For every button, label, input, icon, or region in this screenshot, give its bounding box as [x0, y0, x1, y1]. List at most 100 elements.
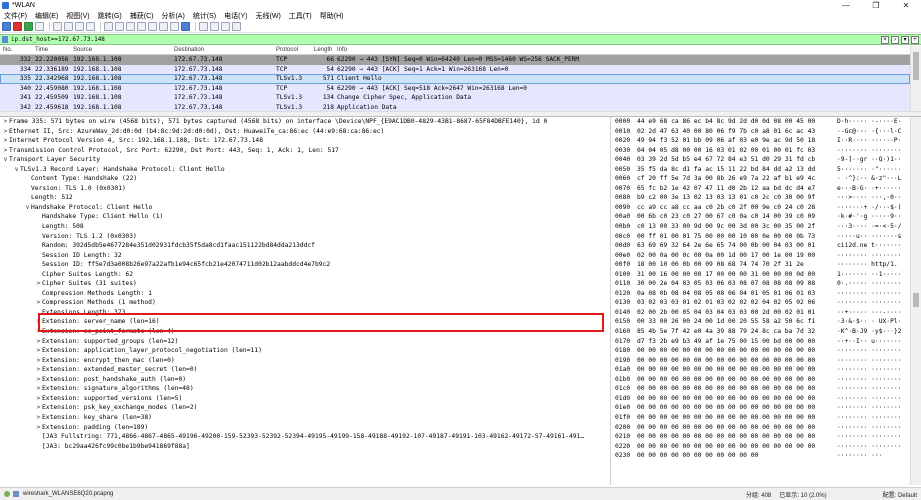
hex-row[interactable]: 0040 03 39 2d 5d b5 e4 67 72 84 e3 51 d0 …	[611, 155, 910, 165]
detail-tree-item[interactable]: > Transmission Control Protocol, Src Port…	[0, 146, 605, 156]
detail-tree-item[interactable]: > Ethernet II, Src: AzureWav_2d:d0:0d (b4…	[0, 127, 605, 137]
hex-row[interactable]: 0190 00 00 00 00 00 00 00 00 00 00 00 00 …	[611, 356, 910, 366]
hex-row[interactable]: 00d0 63 69 69 32 64 2e 6e 65 74 00 0b 00 …	[611, 241, 910, 251]
detail-tree-item[interactable]: Version: TLS 1.2 (0x0303)	[0, 232, 605, 242]
hex-row[interactable]: 0110 30 00 2e 04 03 05 03 06 03 08 07 08 …	[611, 279, 910, 289]
hex-row[interactable]: 0100 31 00 16 00 00 00 17 00 00 00 31 00 …	[611, 270, 910, 280]
hex-row[interactable]: 0160 85 4b 5e 7f 42 e0 4a 39 88 79 24 8c …	[611, 327, 910, 337]
detail-tree-item[interactable]: > Extension: application_layer_protocol_n…	[0, 346, 605, 356]
detail-tree-item[interactable]: Compression Methods Length: 1	[0, 289, 605, 299]
go-first-icon[interactable]	[148, 22, 157, 31]
detail-tree-item[interactable]: > Cipher Suites (31 suites)	[0, 279, 605, 289]
hex-row[interactable]: 0180 00 00 00 00 00 00 00 00 00 00 00 00 …	[611, 346, 910, 356]
hex-row[interactable]: 0060 cf 20 ff 5e 7d 3a 00 8b 26 e9 7a 22 …	[611, 174, 910, 184]
detail-tree-item[interactable]: Cipher Suites Length: 62	[0, 270, 605, 280]
hex-row[interactable]: 01c0 00 00 00 00 00 00 00 00 00 00 00 00 …	[611, 384, 910, 394]
hex-row[interactable]: 0210 00 00 00 00 00 00 00 00 00 00 00 00 …	[611, 432, 910, 442]
zoom-in-icon[interactable]	[199, 22, 208, 31]
expand-arrow-icon[interactable]: >	[35, 365, 42, 375]
detail-tree-item[interactable]: ∨ Handshake Protocol: Client Hello	[0, 203, 605, 213]
display-filter-input[interactable]: ip.dst_host==172.67.73.148	[11, 36, 879, 43]
packet-list-scrollbar[interactable]	[910, 46, 921, 111]
reload-icon[interactable]	[86, 22, 95, 31]
zoom-reset-icon[interactable]	[221, 22, 230, 31]
close-file-icon[interactable]	[75, 22, 84, 31]
colorize-icon[interactable]	[181, 22, 190, 31]
detail-tree-item[interactable]: > Extension: padding (len=189)	[0, 423, 605, 433]
expand-arrow-icon[interactable]: >	[35, 375, 42, 385]
expand-arrow-icon[interactable]: >	[35, 423, 42, 433]
start-capture-icon[interactable]	[2, 22, 11, 31]
detail-tree-item[interactable]: > Compression Methods (1 method)	[0, 298, 605, 308]
hex-row[interactable]: 0140 02 00 2b 00 05 04 03 04 03 03 00 2d …	[611, 308, 910, 318]
hex-row[interactable]: 0010 02 2d 47 63 40 00 80 06 f9 7b c0 a8 …	[611, 127, 910, 137]
menu-item-7[interactable]: 电话(Y)	[220, 11, 251, 21]
hex-row[interactable]: 0120 0a 08 0b 08 04 08 05 08 06 04 01 05 …	[611, 289, 910, 299]
packet-row[interactable]: 340 22.459080 192.168.1.108 172.67.73.148 TC…	[0, 83, 910, 93]
minimize-button[interactable]: —	[831, 0, 861, 11]
detail-tree-item[interactable]: Version: TLS 1.0 (0x0301)	[0, 184, 605, 194]
collapse-arrow-icon[interactable]: ∨	[24, 203, 31, 213]
hex-row[interactable]: 0070 65 fc b2 1e 42 07 47 11 d0 2b 12 aa …	[611, 184, 910, 194]
hex-row[interactable]: 01f0 00 00 00 00 00 00 00 00 00 00 00 00 …	[611, 413, 910, 423]
find-packet-icon[interactable]	[104, 22, 113, 31]
packet-row[interactable]: 332 22.220056 192.168.1.108 172.67.73.148 TC…	[0, 55, 910, 65]
close-button[interactable]: ✕	[891, 0, 921, 11]
save-file-icon[interactable]	[64, 22, 73, 31]
packet-row[interactable]: 341 22.459509 192.168.1.108 172.67.73.148 TL…	[0, 93, 910, 103]
maximize-button[interactable]: ❐	[861, 0, 891, 11]
collapse-arrow-icon[interactable]: ∨	[2, 155, 9, 165]
expand-arrow-icon[interactable]: >	[2, 117, 9, 127]
expand-arrow-icon[interactable]: >	[35, 346, 42, 356]
menu-item-1[interactable]: 编辑(E)	[31, 11, 62, 21]
hex-row[interactable]: 0170 d7 f3 2b e9 b3 49 af 1e 75 00 15 00 …	[611, 337, 910, 347]
hex-row[interactable]: 0090 cc a9 cc a8 cc aa c0 2b c0 2f 00 9e …	[611, 203, 910, 213]
hex-row[interactable]: 0000 44 e9 68 ca 86 ec b4 8c 9d 2d d0 0d …	[611, 117, 910, 127]
stop-capture-icon[interactable]	[13, 22, 22, 31]
detail-tree-item[interactable]: > Internet Protocol Version 4, Src: 192.1…	[0, 136, 605, 146]
detail-tree-item[interactable]: [JA3: bc29aa426fc99c0be1b9be941869f88a]	[0, 442, 605, 452]
detail-tree-item[interactable]: > Extension: supported_versions (len=5)	[0, 394, 605, 404]
detail-tree-item[interactable]: Session ID: ff5e7d3a008b26e97a22afb1e94c…	[0, 260, 605, 270]
hex-row[interactable]: 01a0 00 00 00 00 00 00 00 00 00 00 00 00 …	[611, 365, 910, 375]
hex-row[interactable]: 0030 04 04 05 d8 00 00 16 03 01 02 00 01 …	[611, 146, 910, 156]
go-last-icon[interactable]	[159, 22, 168, 31]
detail-tree-item[interactable]: [JA3 Fullstring: 771,4866-4867-4865-4919…	[0, 432, 605, 442]
menu-item-3[interactable]: 跳转(G)	[94, 11, 126, 21]
expand-arrow-icon[interactable]: >	[2, 136, 9, 146]
hex-row[interactable]: 00e0 02 00 0a 00 0c 00 0a 00 1d 00 17 00 …	[611, 251, 910, 261]
detail-tree-item[interactable]: > Frame 335: 571 bytes on wire (4568 bits…	[0, 117, 605, 127]
detail-tree-item[interactable]: Handshake Type: Client Hello (1)	[0, 212, 605, 222]
autoscroll-icon[interactable]	[170, 22, 179, 31]
hex-row[interactable]: 0220 00 00 00 00 00 00 00 00 00 00 00 00 …	[611, 442, 910, 452]
expand-arrow-icon[interactable]: >	[35, 384, 42, 394]
hex-row[interactable]: 01d0 00 00 00 00 00 00 00 00 00 00 00 00 …	[611, 394, 910, 404]
hex-row[interactable]: 0150 00 33 00 26 00 24 00 1d 00 20 55 58 …	[611, 317, 910, 327]
detail-tree-item[interactable]: ∨ TLSv1.3 Record Layer: Handshake Protoco…	[0, 165, 605, 175]
expand-arrow-icon[interactable]: >	[35, 413, 42, 423]
hex-row[interactable]: 01b0 00 00 00 00 00 00 00 00 00 00 00 00 …	[611, 375, 910, 385]
detail-tree-item[interactable]: Length: 512	[0, 193, 605, 203]
detail-tree-item[interactable]: > Extension: signature_algorithms (len=48…	[0, 384, 605, 394]
detail-tree-item[interactable]: > Extension: key_share (len=38)	[0, 413, 605, 423]
menu-item-9[interactable]: 工具(T)	[285, 11, 316, 21]
detail-tree-item[interactable]: > Extension: post_handshake_auth (len=0)	[0, 375, 605, 385]
expand-arrow-icon[interactable]: >	[35, 403, 42, 413]
packet-row[interactable]: 335 22.342968 192.168.1.108 172.67.73.148 TL…	[0, 74, 910, 84]
apply-filter-arrow-icon[interactable]: ›	[891, 35, 899, 44]
menu-item-8[interactable]: 无线(W)	[252, 11, 285, 21]
bytes-pane-scrollbar[interactable]	[910, 117, 921, 485]
menu-item-5[interactable]: 分析(A)	[157, 11, 188, 21]
column-info[interactable]: Info	[337, 47, 347, 53]
detail-tree-item[interactable]: > Extension: extended_master_secret (len=…	[0, 365, 605, 375]
restart-capture-icon[interactable]	[24, 22, 33, 31]
detail-tree-item[interactable]: Session ID Length: 32	[0, 251, 605, 261]
go-forward-icon[interactable]	[126, 22, 135, 31]
zoom-out-icon[interactable]	[210, 22, 219, 31]
bookmark-icon[interactable]	[2, 36, 8, 43]
detail-tree-item[interactable]: > Extension: encrypt_then_mac (len=0)	[0, 356, 605, 366]
clear-filter-x-icon[interactable]: ×	[881, 35, 889, 44]
hex-row[interactable]: 0050 35 f5 da 8c d1 fa ac 15 11 22 bd 84 …	[611, 165, 910, 175]
column-time[interactable]: Time	[35, 47, 48, 53]
column-length[interactable]: Length	[314, 47, 332, 53]
